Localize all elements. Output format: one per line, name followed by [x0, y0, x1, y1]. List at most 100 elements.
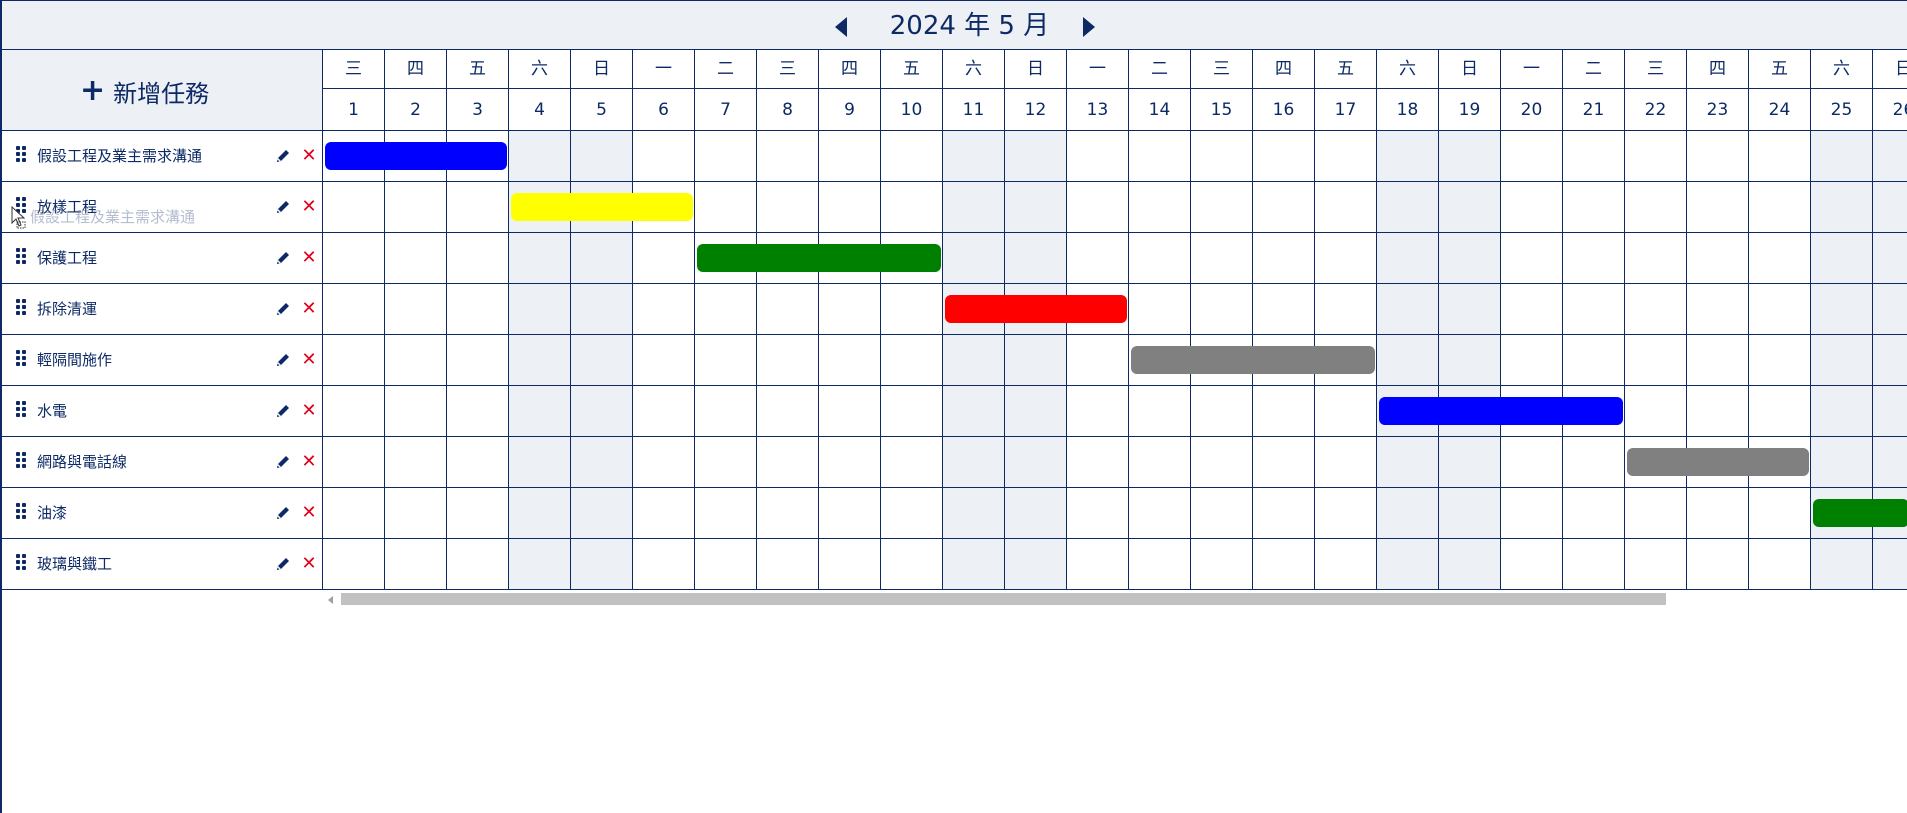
- horizontal-scrollbar[interactable]: [323, 591, 1907, 607]
- grid-cell[interactable]: [447, 335, 509, 386]
- grid-cell[interactable]: [1501, 539, 1563, 590]
- drag-handle-icon[interactable]: [16, 248, 28, 268]
- grid-cell[interactable]: [1129, 182, 1191, 233]
- grid-cell[interactable]: [1191, 539, 1253, 590]
- grid-cell[interactable]: [1191, 488, 1253, 539]
- grid-cell[interactable]: [571, 131, 633, 182]
- grid-cell[interactable]: [1687, 233, 1749, 284]
- grid-cell[interactable]: [1501, 182, 1563, 233]
- grid-cell[interactable]: [1501, 335, 1563, 386]
- grid-cell[interactable]: [1253, 386, 1315, 437]
- grid-cell[interactable]: [1501, 284, 1563, 335]
- pencil-icon[interactable]: [274, 504, 292, 522]
- grid-cell[interactable]: [1191, 386, 1253, 437]
- task-row[interactable]: 油漆 ✕: [2, 488, 323, 539]
- grid-cell[interactable]: [385, 335, 447, 386]
- prev-month-button[interactable]: [831, 15, 851, 39]
- grid-cell[interactable]: [1253, 488, 1315, 539]
- grid-cell[interactable]: [509, 539, 571, 590]
- close-icon[interactable]: ✕: [300, 500, 318, 526]
- task-bar[interactable]: [511, 193, 693, 221]
- grid-cell[interactable]: [1377, 488, 1439, 539]
- grid-cell[interactable]: [1873, 182, 1907, 233]
- grid-cell[interactable]: [571, 386, 633, 437]
- grid-cell[interactable]: [509, 437, 571, 488]
- grid-cell[interactable]: [1563, 284, 1625, 335]
- grid-cell[interactable]: [1687, 488, 1749, 539]
- task-row[interactable]: 拆除清運 ✕: [2, 284, 323, 335]
- grid-cell[interactable]: [1253, 233, 1315, 284]
- grid-cell[interactable]: [1811, 284, 1873, 335]
- task-bar[interactable]: [1627, 448, 1809, 476]
- grid-cell[interactable]: [571, 335, 633, 386]
- drag-handle-icon[interactable]: [16, 503, 28, 523]
- grid-cell[interactable]: [819, 131, 881, 182]
- grid-cell[interactable]: [385, 539, 447, 590]
- grid-cell[interactable]: [1067, 437, 1129, 488]
- grid-cell[interactable]: [1749, 233, 1811, 284]
- next-month-button[interactable]: [1079, 15, 1099, 39]
- grid-cell[interactable]: [571, 437, 633, 488]
- task-row[interactable]: 輕隔間施作 ✕: [2, 335, 323, 386]
- grid-cell[interactable]: [1501, 488, 1563, 539]
- grid-cell[interactable]: [1315, 539, 1377, 590]
- grid-cell[interactable]: [1129, 386, 1191, 437]
- grid-cell[interactable]: [1253, 539, 1315, 590]
- grid-cell[interactable]: [1563, 437, 1625, 488]
- grid-cell[interactable]: [1315, 284, 1377, 335]
- grid-cell[interactable]: [1191, 182, 1253, 233]
- drag-handle-icon[interactable]: [16, 146, 28, 166]
- grid-cell[interactable]: [1749, 284, 1811, 335]
- grid-cell[interactable]: [1129, 233, 1191, 284]
- grid-cell[interactable]: [509, 284, 571, 335]
- grid-cell[interactable]: [1687, 386, 1749, 437]
- grid-cell[interactable]: [943, 437, 1005, 488]
- grid-cell[interactable]: [1315, 182, 1377, 233]
- grid-cell[interactable]: [1687, 335, 1749, 386]
- drag-handle-icon[interactable]: [16, 299, 28, 319]
- close-icon[interactable]: ✕: [300, 194, 318, 220]
- grid-cell[interactable]: [1315, 131, 1377, 182]
- grid-cell[interactable]: [323, 182, 385, 233]
- grid-cell[interactable]: [1563, 131, 1625, 182]
- grid-cell[interactable]: [1005, 182, 1067, 233]
- grid-cell[interactable]: [695, 335, 757, 386]
- grid-cell[interactable]: [571, 539, 633, 590]
- grid-cell[interactable]: [1377, 284, 1439, 335]
- grid-cell[interactable]: [323, 539, 385, 590]
- grid-cell[interactable]: [1191, 437, 1253, 488]
- close-icon[interactable]: ✕: [300, 398, 318, 424]
- grid-cell[interactable]: [881, 386, 943, 437]
- grid-cell[interactable]: [757, 386, 819, 437]
- grid-cell[interactable]: [1749, 131, 1811, 182]
- grid-cell[interactable]: [447, 182, 509, 233]
- grid-cell[interactable]: [1005, 386, 1067, 437]
- grid-cell[interactable]: [819, 182, 881, 233]
- grid-cell[interactable]: [385, 233, 447, 284]
- grid-cell[interactable]: [881, 488, 943, 539]
- close-icon[interactable]: ✕: [300, 245, 318, 271]
- drag-handle-icon[interactable]: [16, 554, 28, 574]
- grid-cell[interactable]: [1377, 131, 1439, 182]
- grid-cell[interactable]: [1315, 437, 1377, 488]
- grid-cell[interactable]: [1377, 233, 1439, 284]
- grid-cell[interactable]: [1501, 437, 1563, 488]
- grid-cell[interactable]: [1811, 233, 1873, 284]
- grid-cell[interactable]: [943, 488, 1005, 539]
- close-icon[interactable]: ✕: [300, 296, 318, 322]
- grid-cell[interactable]: [1377, 182, 1439, 233]
- grid-cell[interactable]: [1005, 131, 1067, 182]
- grid-cell[interactable]: [447, 284, 509, 335]
- pencil-icon[interactable]: [274, 351, 292, 369]
- grid-cell[interactable]: [695, 437, 757, 488]
- drag-handle-icon[interactable]: [16, 452, 28, 472]
- grid-cell[interactable]: [1625, 131, 1687, 182]
- grid-cell[interactable]: [819, 539, 881, 590]
- grid-cell[interactable]: [1005, 488, 1067, 539]
- grid-cell[interactable]: [1253, 131, 1315, 182]
- grid-cell[interactable]: [1625, 488, 1687, 539]
- grid-cell[interactable]: [633, 437, 695, 488]
- close-icon[interactable]: ✕: [300, 449, 318, 475]
- grid-cell[interactable]: [1439, 437, 1501, 488]
- grid-cell[interactable]: [1563, 335, 1625, 386]
